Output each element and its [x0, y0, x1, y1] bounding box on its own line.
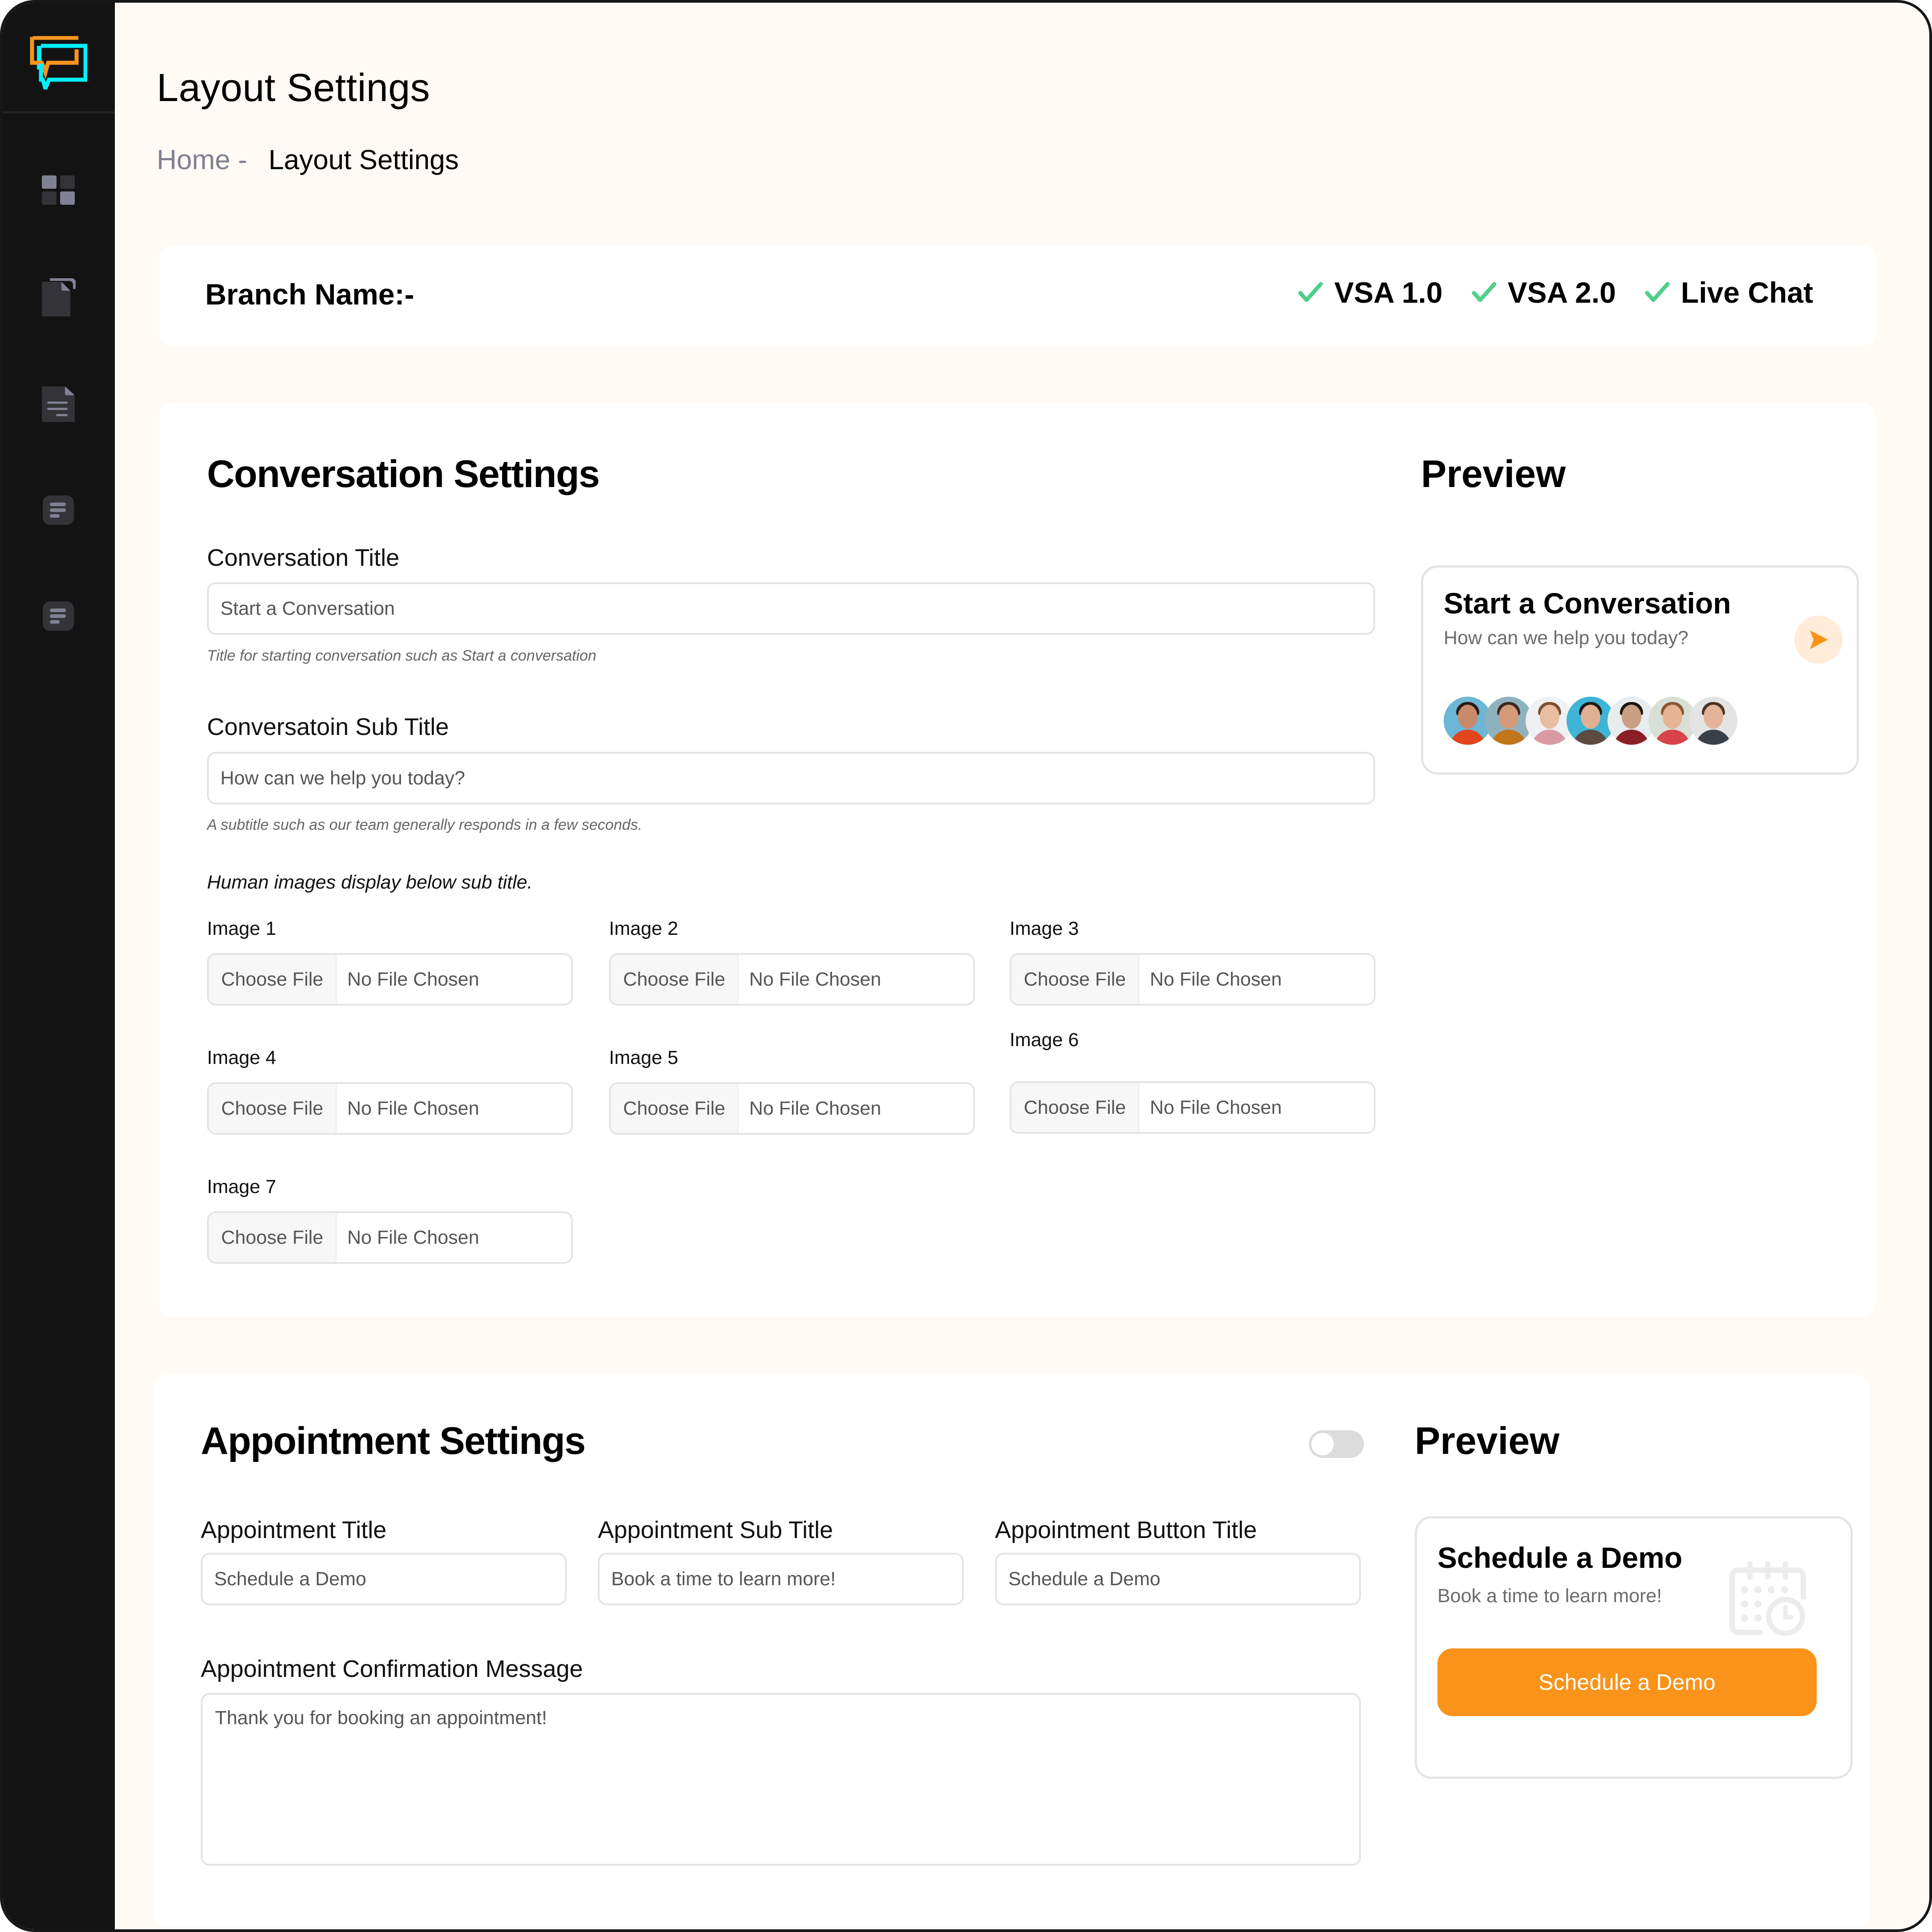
image-6-file-input[interactable]: Choose File No File Chosen: [1010, 1081, 1376, 1134]
breadcrumb-current: Layout Settings: [268, 145, 459, 175]
file-status: No File Chosen: [347, 968, 479, 990]
send-button[interactable]: [1794, 616, 1843, 664]
sidebar-item-list-1[interactable]: [38, 490, 78, 530]
image-4-label: Image 4: [207, 1047, 276, 1068]
conversation-preview-card: Start a Conversation How can we help you…: [1421, 565, 1859, 775]
image-6-label: Image 6: [1010, 1029, 1079, 1051]
appointment-subtitle-label: Appointment Sub Title: [598, 1517, 833, 1543]
avatar: [1689, 697, 1737, 745]
breadcrumb-home-link[interactable]: Home -: [157, 144, 247, 176]
calendar-clock-icon: [1729, 1561, 1806, 1636]
product-label: VSA 2.0: [1507, 276, 1616, 309]
appointment-title-input[interactable]: Schedule a Demo: [201, 1553, 567, 1605]
human-images-note: Human images display below sub title.: [207, 872, 533, 893]
sidebar-item-reports[interactable]: [38, 384, 78, 424]
appointment-preview-card: Schedule a Demo Book a time to learn mor…: [1415, 1516, 1853, 1779]
conversation-preview-title: Preview: [1421, 453, 1566, 495]
product-label: Live Chat: [1680, 276, 1813, 309]
app-window: Layout Settings Home - Layout Settings B…: [0, 0, 1932, 1932]
image-2-label: Image 2: [609, 918, 678, 939]
conversation-subtitle-input[interactable]: How can we help you today?: [207, 752, 1375, 804]
choose-file-button[interactable]: Choose File: [1011, 955, 1139, 1004]
file-status: No File Chosen: [749, 968, 881, 990]
image-3-label: Image 3: [1010, 918, 1079, 939]
preview-conversation-subtitle: How can we help you today?: [1444, 627, 1688, 649]
image-4-file-input[interactable]: Choose File No File Chosen: [207, 1082, 573, 1135]
file-status: No File Chosen: [749, 1097, 881, 1119]
conversation-subtitle-label: Conversatoin Sub Title: [207, 714, 449, 740]
image-1-label: Image 1: [207, 918, 276, 939]
conversation-title-input[interactable]: Start a Conversation: [207, 582, 1375, 635]
check-icon: [1298, 282, 1323, 302]
appointment-confirmation-label: Appointment Confirmation Message: [201, 1656, 583, 1682]
product-label: VSA 1.0: [1334, 276, 1443, 309]
image-7-file-input[interactable]: Choose File No File Chosen: [207, 1211, 573, 1264]
sidebar-item-dashboard[interactable]: [38, 170, 78, 210]
main-content: Layout Settings Home - Layout Settings B…: [115, 3, 1929, 1929]
file-status: No File Chosen: [1150, 1096, 1282, 1118]
appointment-button-title-input[interactable]: Schedule a Demo: [995, 1553, 1361, 1605]
choose-file-button[interactable]: Choose File: [611, 1084, 739, 1133]
preview-appointment-subtitle: Book a time to learn more!: [1437, 1585, 1662, 1607]
branch-name-label: Branch Name:-: [205, 278, 414, 311]
conversation-subtitle-hint: A subtitle such as our team generally re…: [207, 816, 642, 833]
sidebar-item-documents[interactable]: [38, 278, 78, 318]
file-status: No File Chosen: [1150, 968, 1282, 990]
sidebar-divider: [3, 111, 115, 114]
breadcrumb: Home - Layout Settings: [157, 144, 459, 176]
appointment-settings-title: Appointment Settings: [201, 1420, 586, 1462]
image-3-file-input[interactable]: Choose File No File Chosen: [1010, 953, 1376, 1006]
page-title: Layout Settings: [157, 65, 430, 110]
document-text-icon: [42, 386, 75, 422]
appointment-button-title-label: Appointment Button Title: [995, 1517, 1257, 1543]
image-5-label: Image 5: [609, 1047, 678, 1068]
image-5-file-input[interactable]: Choose File No File Chosen: [609, 1082, 975, 1135]
image-7-label: Image 7: [207, 1176, 276, 1197]
choose-file-button[interactable]: Choose File: [209, 1213, 337, 1262]
file-status: No File Chosen: [347, 1097, 479, 1119]
conversation-title-label: Conversation Title: [207, 544, 400, 571]
dashboard-grid-icon: [42, 175, 75, 205]
conversation-title-hint: Title for starting conversation such as …: [207, 647, 597, 664]
toggle-knob: [1311, 1433, 1334, 1455]
sidebar-item-list-2[interactable]: [38, 596, 78, 636]
chat-bubbles-logo[interactable]: [29, 36, 88, 95]
appointment-preview-title: Preview: [1415, 1420, 1560, 1462]
documents-copy-icon: [42, 278, 76, 317]
choose-file-button[interactable]: Choose File: [1011, 1083, 1139, 1132]
choose-file-button[interactable]: Choose File: [209, 1084, 337, 1133]
check-icon: [1645, 282, 1670, 302]
appointment-settings-card: Appointment Settings Preview Appointment…: [153, 1375, 1869, 1927]
product-vsa-1: VSA 1.0: [1298, 276, 1443, 309]
appointment-title-label: Appointment Title: [201, 1517, 387, 1543]
image-2-file-input[interactable]: Choose File No File Chosen: [609, 953, 975, 1006]
preview-conversation-title: Start a Conversation: [1444, 587, 1731, 620]
branch-card: Branch Name:- VSA 1.0 VSA 2.0 Live Chat: [159, 245, 1875, 345]
product-live-chat: Live Chat: [1644, 276, 1813, 309]
choose-file-button[interactable]: Choose File: [611, 955, 739, 1004]
list-card-icon: [43, 495, 74, 525]
file-status: No File Chosen: [347, 1226, 479, 1248]
appointment-subtitle-input[interactable]: Book a time to learn more!: [598, 1553, 964, 1605]
appointment-enable-toggle[interactable]: [1309, 1430, 1364, 1458]
conversation-settings-card: Conversation Settings Preview Conversati…: [159, 402, 1875, 1317]
sidebar: [3, 3, 115, 1929]
schedule-demo-button[interactable]: Schedule a Demo: [1437, 1648, 1817, 1716]
conversation-settings-title: Conversation Settings: [207, 453, 600, 495]
image-1-file-input[interactable]: Choose File No File Chosen: [207, 953, 573, 1006]
appointment-confirmation-textarea[interactable]: Thank you for booking an appointment!: [201, 1693, 1361, 1866]
choose-file-button[interactable]: Choose File: [209, 955, 337, 1004]
send-arrow-icon: [1810, 630, 1828, 649]
product-list: VSA 1.0 VSA 2.0 Live Chat: [1298, 276, 1813, 309]
preview-appointment-title: Schedule a Demo: [1437, 1541, 1683, 1574]
list-card-icon: [43, 601, 74, 631]
check-icon: [1472, 282, 1497, 302]
product-vsa-2: VSA 2.0: [1471, 276, 1616, 309]
avatar-stack: [1444, 697, 1737, 745]
